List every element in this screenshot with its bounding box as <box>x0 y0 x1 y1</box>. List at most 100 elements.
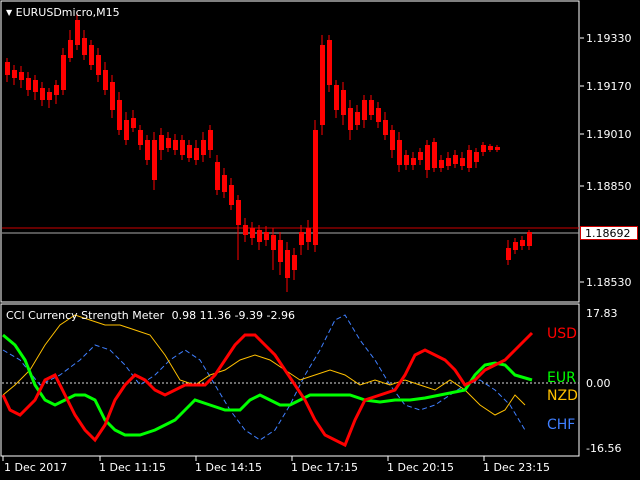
candle-body <box>236 200 241 225</box>
candle-body <box>103 70 108 90</box>
current-price-tag: 1.18692 <box>580 226 638 240</box>
currency-label-nzd: NZD <box>547 388 578 404</box>
candle-body <box>47 92 52 100</box>
candle-body <box>180 140 185 155</box>
candle-body <box>229 185 234 205</box>
usd-strength-line <box>1 331 534 448</box>
candle-body <box>243 225 248 235</box>
time-label: 1 Dec 17:15 <box>291 461 358 474</box>
candle-body <box>201 140 206 155</box>
currency-label-chf: CHF <box>547 417 576 433</box>
price-level-label: 1.19330 <box>586 32 632 45</box>
candle-body <box>131 118 136 128</box>
candle-body <box>194 148 199 160</box>
candle-body <box>61 55 66 90</box>
time-label: 1 Dec 14:15 <box>195 461 262 474</box>
time-label: 1 Dec 20:15 <box>387 461 454 474</box>
price-level-label: 1.18530 <box>586 276 632 289</box>
price-level-label: 1.19010 <box>586 128 632 141</box>
candle-body <box>488 146 493 150</box>
currency-label-eur: EUR <box>547 370 576 386</box>
candle-body <box>159 135 164 150</box>
candle-body <box>418 152 423 160</box>
candle-body <box>397 140 402 165</box>
dropdown-triangle-icon[interactable]: ▼ <box>6 8 12 17</box>
candle-body <box>264 232 269 240</box>
candle-body <box>334 85 339 110</box>
candle-body <box>271 235 276 250</box>
indicator-header: CCI Currency Strength Meter 0.98 11.36 -… <box>6 309 295 322</box>
candle-body <box>467 150 472 168</box>
candle-body <box>383 120 388 135</box>
candle-body <box>474 152 479 162</box>
candle-body <box>411 158 416 165</box>
candle-body <box>89 45 94 65</box>
candle-body <box>432 142 437 168</box>
current-price-value: 1.18692 <box>585 227 631 240</box>
candle-body <box>513 242 518 250</box>
candle-body <box>54 85 59 95</box>
time-label: 1 Dec 23:15 <box>483 461 550 474</box>
candle-body <box>313 130 318 245</box>
candle-body <box>5 62 10 75</box>
candle-body <box>376 108 381 122</box>
price-axis-ticks <box>580 37 584 283</box>
candle-body <box>96 55 101 75</box>
candle-body <box>446 158 451 166</box>
candle-body <box>404 155 409 165</box>
candle-body <box>439 160 444 168</box>
candle-body <box>110 82 115 110</box>
candle-body <box>187 145 192 158</box>
chf-strength-line <box>2 314 526 441</box>
candle-body <box>460 158 465 166</box>
candle-body <box>75 20 80 45</box>
candle-body <box>278 240 283 262</box>
time-label: 1 Dec 11:15 <box>99 461 166 474</box>
candle-body <box>250 228 255 238</box>
time-label: 1 Dec 2017 <box>4 461 68 474</box>
chart-window[interactable]: ▼ EURUSDmicro,M15 1.19330 1.19170 1.1901… <box>0 0 640 480</box>
indicator-scale-min: -16.56 <box>586 442 622 455</box>
price-level-label: 1.19170 <box>586 80 632 93</box>
indicator-scale-zero: 0.00 <box>586 377 611 390</box>
candle-body <box>208 130 213 150</box>
candle-body <box>257 230 262 242</box>
candle-body <box>117 100 122 130</box>
candle-body <box>138 130 143 145</box>
candle-body <box>520 240 525 246</box>
candle-body <box>327 40 332 85</box>
candle-body <box>320 45 325 125</box>
candle-body <box>341 90 346 115</box>
indicator-values: 0.98 11.36 -9.39 -2.96 <box>171 309 296 322</box>
candle-body <box>12 70 17 78</box>
candle-body <box>166 138 171 148</box>
candle-body <box>348 108 353 130</box>
candle-body <box>173 140 178 150</box>
candle-body <box>145 140 150 160</box>
candle-body <box>82 38 87 55</box>
candle-body <box>152 140 157 180</box>
candle-body <box>481 145 486 152</box>
eur-strength-line <box>2 333 533 437</box>
candle-body <box>425 145 430 170</box>
candle-body <box>299 232 304 245</box>
candle-body <box>362 100 367 120</box>
symbol-header[interactable]: ▼ EURUSDmicro,M15 <box>6 6 120 19</box>
symbol-label: EURUSDmicro,M15 <box>15 6 120 19</box>
nzd-strength-line <box>2 314 526 416</box>
candle-body <box>26 78 31 90</box>
candle-body <box>355 112 360 125</box>
candle-body <box>222 175 227 192</box>
candle-body <box>506 248 511 260</box>
candle-body <box>19 72 24 80</box>
candle-body <box>390 130 395 150</box>
candle-body <box>369 100 374 115</box>
chart-graphics <box>0 0 584 461</box>
candle-body <box>33 80 38 92</box>
price-level-label: 1.18850 <box>586 180 632 193</box>
candle-body <box>68 40 73 58</box>
candle-body <box>40 88 45 100</box>
candlestick-series <box>5 12 532 292</box>
candle-body <box>292 255 297 270</box>
candle-body <box>453 155 458 164</box>
